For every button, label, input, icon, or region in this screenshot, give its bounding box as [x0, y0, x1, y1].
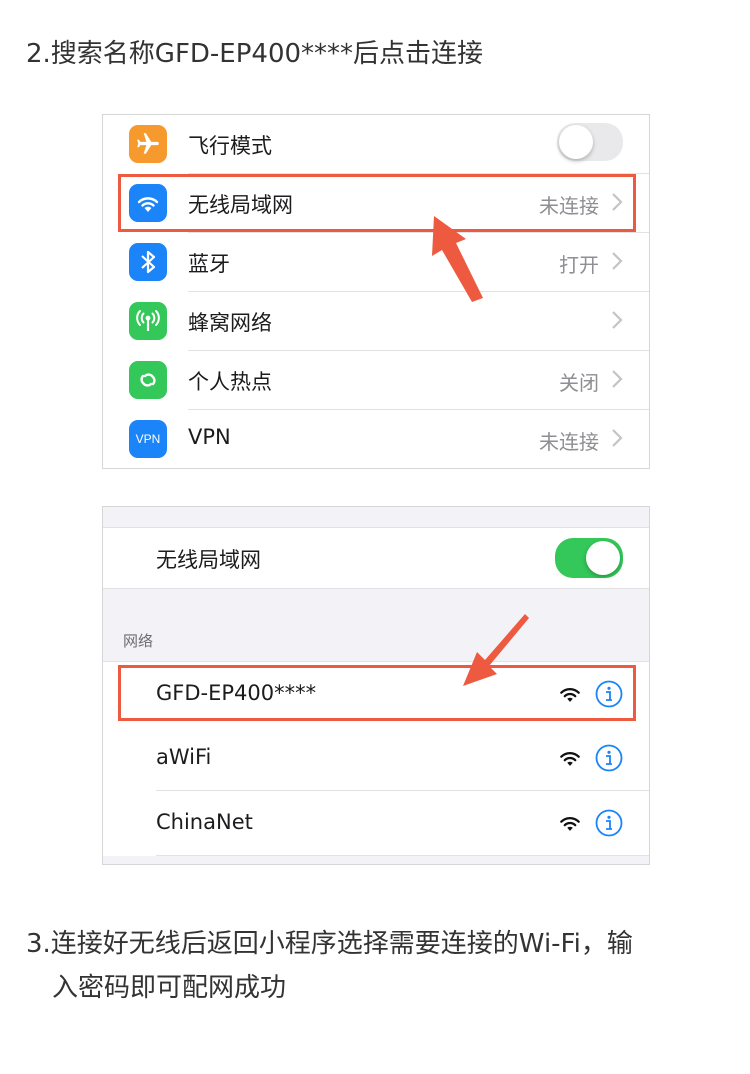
wifi-toggle-label: 无线局域网 — [156, 548, 261, 572]
step-3-line-1: 3.连接好无线后返回小程序选择需要连接的Wi-Fi，输 — [26, 929, 633, 959]
chevron-right-icon — [612, 429, 623, 447]
step-3-line-2: 入密码即可配网成功 — [52, 973, 287, 1003]
settings-row-vpn[interactable]: VPN VPN 未连接 — [103, 410, 649, 468]
settings-label: 蜂窝网络 — [188, 311, 272, 335]
chevron-right-icon — [612, 370, 623, 388]
settings-value: 未连接 — [539, 430, 599, 454]
antenna-icon — [129, 302, 167, 340]
arrow-icon — [463, 614, 529, 686]
network-row-highlight — [118, 665, 636, 721]
settings-label: 个人热点 — [188, 370, 272, 394]
settings-row-airplane-mode[interactable]: 飞行模式 — [103, 115, 649, 174]
networks-section-header: 网络 — [123, 632, 154, 650]
chevron-right-icon — [612, 252, 623, 270]
settings-row-hotspot[interactable]: 个人热点 关闭 — [103, 351, 649, 410]
info-icon[interactable] — [595, 744, 623, 772]
settings-label: 蓝牙 — [188, 252, 230, 276]
airplane-mode-toggle[interactable] — [557, 123, 623, 161]
network-row[interactable]: aWiFi — [103, 726, 649, 791]
network-name: ChinaNet — [156, 810, 253, 834]
wifi-row-highlight — [118, 174, 636, 232]
settings-panel: 飞行模式 无线局域网 未连接 蓝牙 打开 蜂窝网络 个人热点 关闭 VPN VP… — [102, 114, 650, 469]
settings-row-bluetooth[interactable]: 蓝牙 打开 — [103, 233, 649, 292]
network-name: aWiFi — [156, 745, 212, 769]
settings-row-cellular[interactable]: 蜂窝网络 — [103, 292, 649, 351]
bluetooth-icon — [129, 243, 167, 281]
network-row[interactable]: ChinaNet — [103, 791, 649, 856]
airplane-icon — [129, 125, 167, 163]
step-2-instruction: 2.搜索名称GFD-EP400****后点击连接 — [26, 39, 484, 69]
wifi-signal-icon — [560, 752, 580, 766]
settings-value: 关闭 — [559, 371, 599, 395]
chevron-right-icon — [612, 311, 623, 329]
wifi-toggle-row: 无线局域网 — [103, 527, 649, 589]
arrow-icon — [432, 216, 483, 302]
info-icon[interactable] — [595, 809, 623, 837]
wifi-toggle[interactable] — [555, 538, 623, 578]
step-3-instruction: 3.连接好无线后返回小程序选择需要连接的Wi-Fi，输 入密码即可配网成功 — [26, 922, 726, 1010]
wifi-signal-icon — [560, 817, 580, 831]
settings-value: 打开 — [559, 253, 599, 277]
vpn-icon: VPN — [129, 420, 167, 458]
hotspot-icon — [129, 361, 167, 399]
settings-label: VPN — [188, 425, 231, 449]
settings-label: 飞行模式 — [188, 134, 272, 158]
